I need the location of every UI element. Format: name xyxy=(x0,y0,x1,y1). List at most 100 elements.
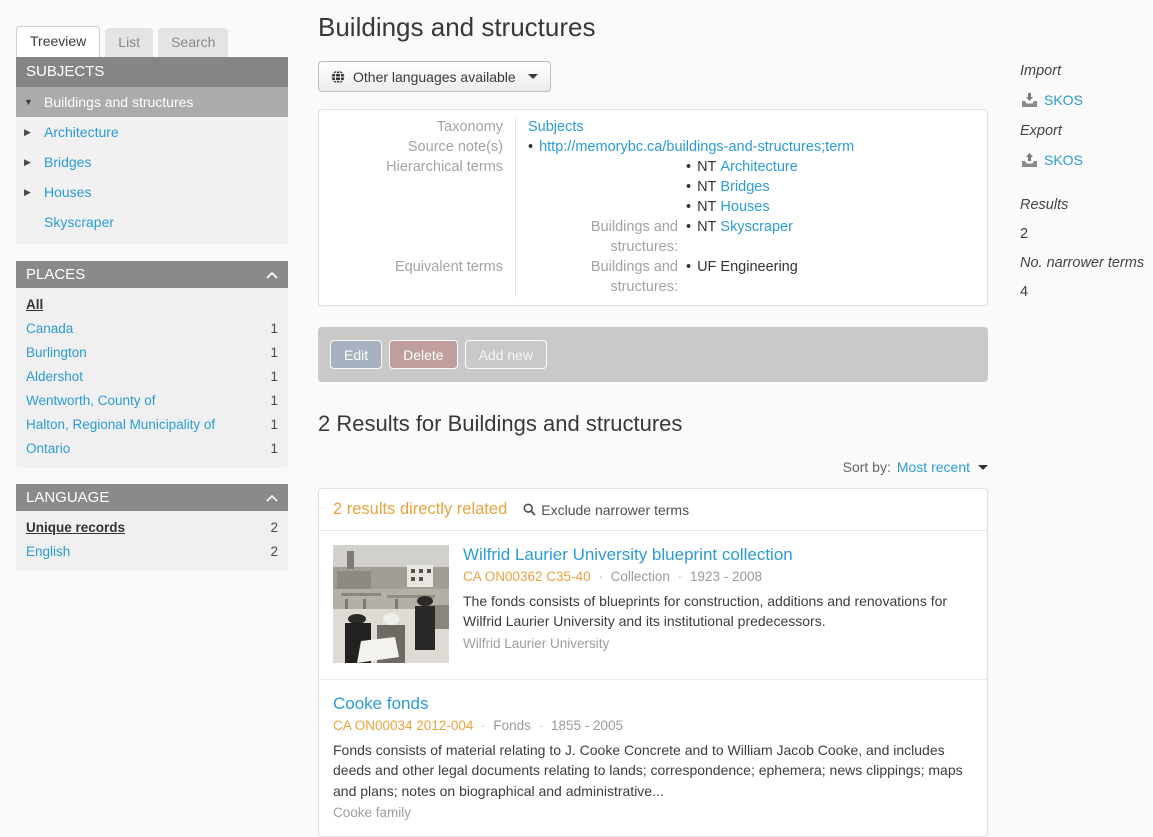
tab-treeview[interactable]: Treeview xyxy=(16,26,100,57)
hierarchical-term: • NT Bridges xyxy=(528,177,987,197)
term-rel: NT xyxy=(697,197,716,217)
tree-item-link[interactable]: Architecture xyxy=(44,124,119,140)
term-prefix: Buildings and structures: xyxy=(528,217,678,257)
facet-link[interactable]: Canada xyxy=(26,321,73,336)
edit-button[interactable]: Edit xyxy=(330,340,382,369)
facet-row-ontario: Ontario 1 xyxy=(16,436,288,460)
right-sidebar: Import SKOS Export SKOS Results 2 No. na… xyxy=(1020,63,1150,313)
subjects-header: SUBJECTS xyxy=(16,57,288,87)
triangle-right-icon[interactable] xyxy=(24,187,44,198)
places-facet-header[interactable]: PLACES xyxy=(16,261,288,288)
places-facet: PLACES All Canada 1 Burlington 1 Aldersh… xyxy=(16,261,288,466)
result-creator: Cooke family xyxy=(333,805,973,820)
caret-down-icon xyxy=(528,74,538,79)
tree-item-skyscraper[interactable]: Skyscraper xyxy=(16,207,288,237)
triangle-down-icon[interactable] xyxy=(24,97,44,107)
chevron-up-icon xyxy=(266,271,278,279)
tree-item-link[interactable]: Bridges xyxy=(44,154,91,170)
facet-row-aldershot: Aldershot 1 xyxy=(16,364,288,388)
language-facet-header[interactable]: LANGUAGE xyxy=(16,484,288,511)
facet-count: 1 xyxy=(270,369,278,384)
results-count-value: 2 xyxy=(1020,226,1150,242)
facet-link[interactable]: Wentworth, County of xyxy=(26,393,156,408)
chevron-up-icon xyxy=(266,494,278,502)
hierarchical-term-link[interactable]: Architecture xyxy=(720,157,797,177)
term-rel: UF xyxy=(697,257,716,297)
language-facet-body: Unique records 2 English 2 xyxy=(16,511,288,569)
facet-link-unique-records[interactable]: Unique records xyxy=(26,520,125,535)
bullet-icon: • xyxy=(686,197,691,217)
results-count-heading: Results xyxy=(1020,197,1150,213)
facet-link-all[interactable]: All xyxy=(26,297,43,312)
facet-count: 1 xyxy=(270,345,278,360)
tree-item-architecture[interactable]: Architecture xyxy=(16,117,288,147)
tree-item-buildings-and-structures[interactable]: Buildings and structures xyxy=(16,87,288,117)
export-skos-link[interactable]: SKOS xyxy=(1022,152,1083,168)
delete-button[interactable]: Delete xyxy=(389,340,457,369)
result-description: Fonds consists of material relating to J… xyxy=(333,740,973,801)
hierarchical-term-link[interactable]: Skyscraper xyxy=(720,217,793,257)
sort-by-label: Sort by: xyxy=(843,459,891,475)
sort-row: Sort by: Most recent xyxy=(318,459,988,475)
import-skos-link[interactable]: SKOS xyxy=(1022,92,1083,108)
sort-by-select[interactable]: Most recent xyxy=(897,459,970,475)
taxonomy-row: Taxonomy Subjects xyxy=(319,117,987,137)
equivalent-terms-row: Equivalent terms Buildings and structure… xyxy=(319,257,987,297)
term-rel: NT xyxy=(697,177,716,197)
result-item: Wilfrid Laurier University blueprint col… xyxy=(319,531,987,679)
taxonomy-label: Taxonomy xyxy=(319,117,515,137)
tab-search[interactable]: Search xyxy=(158,28,228,57)
exclude-narrower-terms-label: Exclude narrower terms xyxy=(541,502,689,518)
term-prefix: Buildings and structures: xyxy=(528,257,678,297)
hierarchical-term: • NT Houses xyxy=(528,197,987,217)
places-header-label: PLACES xyxy=(26,265,85,285)
level-of-description: Collection xyxy=(611,569,670,584)
facet-link[interactable]: Halton, Regional Municipality of xyxy=(26,417,215,432)
exclude-narrower-terms-link[interactable]: Exclude narrower terms xyxy=(523,502,689,518)
places-facet-body: All Canada 1 Burlington 1 Aldershot 1 We… xyxy=(16,288,288,466)
result-meta: CA ON00034 2012-004 · Fonds · 1855 - 200… xyxy=(333,718,973,733)
facet-link[interactable]: English xyxy=(26,544,70,559)
bullet-icon: • xyxy=(686,157,691,177)
triangle-right-icon[interactable] xyxy=(24,157,44,168)
facet-row-wentworth: Wentworth, County of 1 xyxy=(16,388,288,412)
facet-row-unique-records: Unique records 2 xyxy=(16,515,288,539)
main-content: Buildings and structures Other languages… xyxy=(318,12,988,837)
export-heading: Export xyxy=(1020,123,1150,139)
term-prefix xyxy=(528,197,678,217)
facet-link[interactable]: Aldershot xyxy=(26,369,83,384)
facet-row-burlington: Burlington 1 xyxy=(16,340,288,364)
results-panel-header: 2 results directly related Exclude narro… xyxy=(319,489,987,531)
facet-link[interactable]: Ontario xyxy=(26,441,70,456)
facet-count: 1 xyxy=(270,417,278,432)
results-panel: 2 results directly related Exclude narro… xyxy=(318,488,988,837)
bullet-icon: • xyxy=(686,257,691,297)
hierarchical-term: Buildings and structures: • NT Skyscrape… xyxy=(528,217,987,257)
tree-item-link[interactable]: Skyscraper xyxy=(44,214,114,230)
upload-icon xyxy=(1022,153,1037,167)
hierarchical-terms-row: Hierarchical terms • NT Architecture • N… xyxy=(319,157,987,257)
tree-item-houses[interactable]: Houses xyxy=(16,177,288,207)
tab-list[interactable]: List xyxy=(105,28,153,57)
result-title-link[interactable]: Cooke fonds xyxy=(333,694,973,714)
tree-item-link[interactable]: Houses xyxy=(44,184,91,200)
tree-item-bridges[interactable]: Bridges xyxy=(16,147,288,177)
dates: 1923 - 2008 xyxy=(690,569,762,584)
results-heading: 2 Results for Buildings and structures xyxy=(318,411,988,437)
triangle-right-icon[interactable] xyxy=(24,127,44,138)
other-languages-button[interactable]: Other languages available xyxy=(318,61,551,92)
hierarchical-term-link[interactable]: Bridges xyxy=(720,177,769,197)
source-note-link[interactable]: http://memorybc.ca/buildings-and-structu… xyxy=(539,139,854,155)
source-note-label: Source note(s) xyxy=(319,137,515,157)
globe-icon xyxy=(331,70,345,84)
add-new-button[interactable]: Add new xyxy=(465,340,547,369)
action-bar: Edit Delete Add new xyxy=(318,327,988,382)
facet-row-all: All xyxy=(16,292,288,316)
result-thumbnail[interactable] xyxy=(333,545,449,663)
hierarchical-term-link[interactable]: Houses xyxy=(720,197,769,217)
hierarchical-term: • NT Architecture xyxy=(528,157,987,177)
taxonomy-link[interactable]: Subjects xyxy=(528,119,584,135)
facet-row-canada: Canada 1 xyxy=(16,316,288,340)
facet-link[interactable]: Burlington xyxy=(26,345,87,360)
language-header-label: LANGUAGE xyxy=(26,488,109,508)
